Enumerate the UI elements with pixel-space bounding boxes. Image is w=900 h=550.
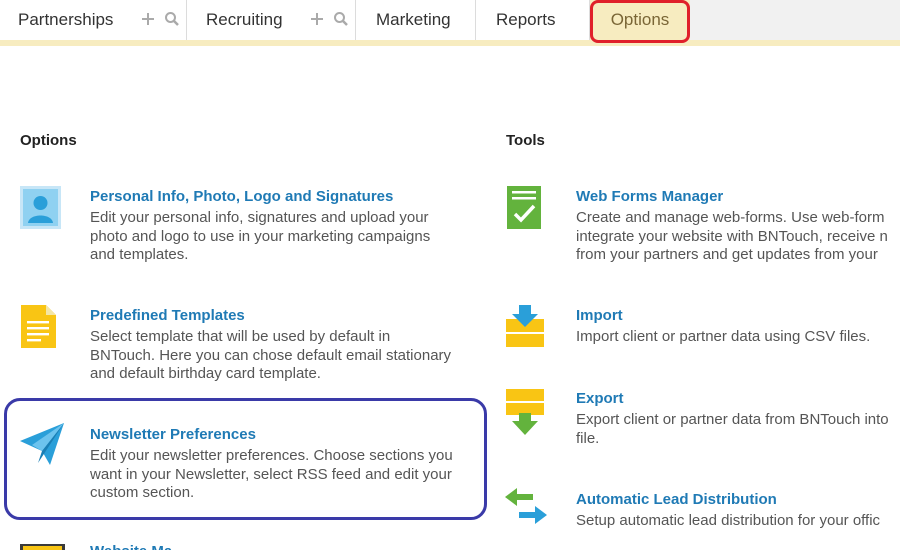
person-icon [20,186,61,229]
export-icon [506,389,544,435]
web-forms-manager-link[interactable]: Web Forms Manager [576,188,723,205]
options-highlight-ring [590,0,690,43]
search-icon[interactable] [333,11,349,27]
website-link[interactable]: Website Ma [90,543,172,550]
tab-label: Marketing [376,10,451,29]
import-link[interactable]: Import [576,307,623,324]
desc-line: Edit your personal info, signatures and … [90,209,429,226]
options-heading: Options [20,132,77,149]
desc-line: photo and logo to use in your marketing … [90,227,431,245]
desc-line: Import client or partner data using CSV … [576,328,871,345]
web-forms-manager-desc: Create and manage web-forms. Use web-for… [576,209,888,265]
website-icon [20,544,65,550]
desc-line: file. [576,429,600,447]
desc-line: and templates. [90,246,189,263]
desc-line: from your partners and get updates from … [576,246,878,263]
import-desc: Import client or partner data using CSV … [576,328,870,347]
document-icon [21,305,56,348]
swap-arrows-icon [505,488,547,524]
tab-marketing[interactable]: Marketing [356,0,476,40]
import-icon [506,305,544,347]
desc-line: Select template that will be used by def… [90,328,391,345]
top-nav: Partnerships Recruiting Marketing Report… [0,0,900,40]
desc-line: and default birthday card template. [90,365,321,382]
automatic-lead-distribution-desc: Setup automatic lead distribution for yo… [576,512,880,531]
nav-accent-bar [0,40,900,46]
tab-partnerships[interactable]: Partnerships [0,0,187,40]
tab-reports[interactable]: Reports [476,0,590,40]
predefined-templates-desc: Select template that will be used by def… [90,328,451,384]
export-link[interactable]: Export [576,390,624,407]
desc-line: Export client or partner data from BNTou… [576,411,889,428]
predefined-templates-link[interactable]: Predefined Templates [90,307,245,324]
automatic-lead-distribution-link[interactable]: Automatic Lead Distribution [576,491,777,508]
desc-line: Setup automatic lead distribution for yo… [576,512,881,529]
desc-line: Create and manage web-forms. Use web-for… [576,209,885,226]
personal-info-link[interactable]: Personal Info, Photo, Logo and Signature… [90,188,393,205]
desc-line: integrate your website with BNTouch, rec… [576,227,888,245]
tab-label: Reports [496,10,556,29]
search-icon[interactable] [164,11,180,27]
newsletter-highlight-ring [4,398,487,520]
tab-label: Partnerships [18,10,114,29]
desc-line: BNTouch. Here you can chose default emai… [90,346,452,364]
form-check-icon [507,186,541,229]
plus-icon[interactable] [309,11,325,27]
personal-info-desc: Edit your personal info, signatures and … [90,209,430,265]
plus-icon[interactable] [140,11,156,27]
tools-heading: Tools [506,132,545,149]
tab-label: Recruiting [206,10,283,29]
export-desc: Export client or partner data from BNTou… [576,411,889,448]
tab-recruiting[interactable]: Recruiting [187,0,356,40]
